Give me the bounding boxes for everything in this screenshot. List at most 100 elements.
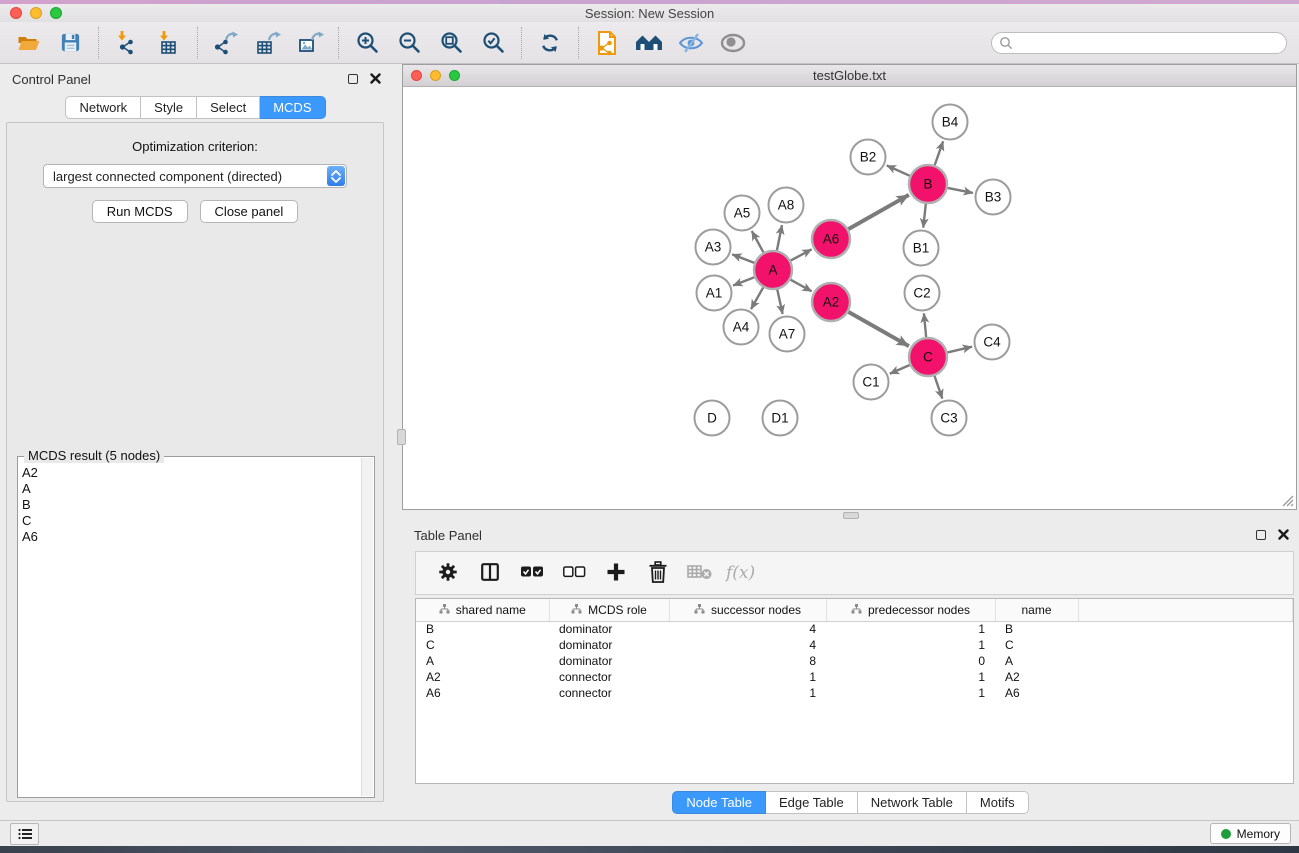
result-item[interactable]: A [22, 481, 360, 497]
hide-graphics-details-button[interactable] [673, 27, 709, 59]
import-table-button[interactable] [151, 27, 187, 59]
graph-edge[interactable] [890, 365, 910, 374]
graph-node-A2[interactable]: A2 [812, 283, 850, 321]
result-item[interactable]: B [22, 497, 360, 513]
graph-node-D1[interactable]: D1 [763, 401, 798, 436]
result-item[interactable]: A2 [22, 465, 360, 481]
column-header-successor-nodes[interactable]: successor nodes [669, 599, 826, 621]
criterion-dropdown[interactable]: largest connected component (directed) [43, 164, 347, 188]
graph-node-A7[interactable]: A7 [770, 317, 805, 352]
select-all-button[interactable] [518, 558, 546, 588]
table-row[interactable]: A6connector 11 A6 [416, 685, 1293, 701]
graph-node-A5[interactable]: A5 [725, 196, 760, 231]
graph-node-A1[interactable]: A1 [697, 276, 732, 311]
deselect-all-button[interactable] [560, 558, 588, 588]
table-row[interactable]: Adominator 80 A [416, 653, 1293, 669]
run-mcds-button[interactable]: Run MCDS [92, 200, 188, 223]
close-table-panel-icon[interactable] [1278, 528, 1289, 543]
graph-edge[interactable] [733, 277, 754, 285]
graph-edge[interactable] [923, 204, 926, 228]
graph-node-C4[interactable]: C4 [975, 325, 1010, 360]
close-panel-icon[interactable] [370, 72, 381, 87]
tab-network-table[interactable]: Network Table [858, 791, 967, 814]
column-header-MCDS-role[interactable]: MCDS role [549, 599, 669, 621]
graph-node-A8[interactable]: A8 [769, 188, 804, 223]
graph-node-B1[interactable]: B1 [904, 231, 939, 266]
mcds-result-list[interactable]: A2ABCA6 [22, 465, 360, 795]
tab-edge-table[interactable]: Edge Table [766, 791, 858, 814]
horizontal-splitter-handle[interactable] [843, 512, 859, 519]
graph-edge[interactable] [751, 287, 763, 309]
graph-edge[interactable] [924, 313, 926, 337]
float-table-panel-icon[interactable] [1256, 530, 1266, 540]
refresh-button[interactable] [532, 27, 568, 59]
birdseye-view-button[interactable] [715, 27, 751, 59]
graph-edge[interactable] [791, 249, 812, 260]
column-header-predecessor-nodes[interactable]: predecessor nodes [826, 599, 995, 621]
new-network-view-button[interactable] [589, 27, 625, 59]
graph-edge[interactable] [947, 347, 972, 353]
graph-node-A[interactable]: A [754, 251, 792, 289]
graph-edge[interactable] [732, 254, 754, 263]
table-row[interactable]: A2connector 11 A2 [416, 669, 1293, 685]
column-header-shared-name[interactable]: shared name [416, 599, 549, 621]
result-item[interactable]: A6 [22, 529, 360, 545]
graph-edge[interactable] [848, 312, 908, 346]
graph-node-A3[interactable]: A3 [696, 230, 731, 265]
vertical-splitter-handle[interactable] [397, 429, 406, 445]
columns-button[interactable] [476, 558, 504, 588]
search-input[interactable] [991, 32, 1287, 54]
table-row[interactable]: Cdominator 41 C [416, 637, 1293, 653]
graph-node-C[interactable]: C [909, 338, 947, 376]
export-network-button[interactable] [208, 27, 244, 59]
graph-node-B2[interactable]: B2 [851, 140, 886, 175]
memory-button[interactable]: Memory [1210, 823, 1291, 844]
save-session-button[interactable] [52, 27, 88, 59]
graph-edge[interactable] [777, 290, 782, 314]
open-session-button[interactable] [10, 27, 46, 59]
export-image-button[interactable] [292, 27, 328, 59]
column-header-name[interactable]: name [995, 599, 1078, 621]
result-item[interactable]: C [22, 513, 360, 529]
graph-edge[interactable] [848, 195, 908, 229]
float-panel-icon[interactable] [348, 74, 358, 84]
graph-node-B[interactable]: B [909, 165, 947, 203]
add-button[interactable] [602, 558, 630, 588]
import-network-button[interactable] [109, 27, 145, 59]
task-history-button[interactable] [10, 823, 39, 845]
graph-edge[interactable] [777, 225, 782, 250]
tab-network[interactable]: Network [65, 96, 141, 119]
zoom-out-button[interactable] [391, 27, 427, 59]
graph-node-D[interactable]: D [695, 401, 730, 436]
resize-grip-icon[interactable] [1280, 493, 1294, 507]
graph-edge[interactable] [752, 231, 764, 252]
graph-edge[interactable] [935, 376, 943, 399]
zoom-selected-button[interactable] [475, 27, 511, 59]
table-row[interactable]: Bdominator 41 B [416, 621, 1293, 637]
tab-select[interactable]: Select [197, 96, 260, 119]
graph-node-C1[interactable]: C1 [854, 365, 889, 400]
network-canvas[interactable]: B4 B2 B B3 A8 A5 A6 A3 B1 A A1 C2 A2 A4 A7 C4 C C1 C3 D D1 [403, 87, 1296, 509]
tab-motifs[interactable]: Motifs [967, 791, 1029, 814]
graph-edge[interactable] [948, 188, 973, 193]
graph-edge[interactable] [887, 165, 910, 175]
graph-node-A4[interactable]: A4 [724, 310, 759, 345]
graph-node-C2[interactable]: C2 [905, 276, 940, 311]
zoom-in-button[interactable] [349, 27, 385, 59]
graph-node-B3[interactable]: B3 [976, 180, 1011, 215]
graph-node-C3[interactable]: C3 [932, 401, 967, 436]
graph-edge[interactable] [935, 141, 943, 165]
graph-node-A6[interactable]: A6 [812, 220, 850, 258]
delete-button[interactable] [644, 558, 672, 588]
zoom-fit-button[interactable] [433, 27, 469, 59]
close-panel-button[interactable]: Close panel [200, 200, 299, 223]
home-button[interactable] [631, 27, 667, 59]
result-scrollbar[interactable] [361, 458, 373, 796]
tab-style[interactable]: Style [141, 96, 197, 119]
tab-node-table[interactable]: Node Table [672, 791, 766, 814]
tab-mcds[interactable]: MCDS [260, 96, 325, 119]
graph-node-B4[interactable]: B4 [933, 105, 968, 140]
export-table-button[interactable] [250, 27, 286, 59]
settings-button[interactable] [434, 558, 462, 588]
graph-edge[interactable] [791, 280, 812, 292]
